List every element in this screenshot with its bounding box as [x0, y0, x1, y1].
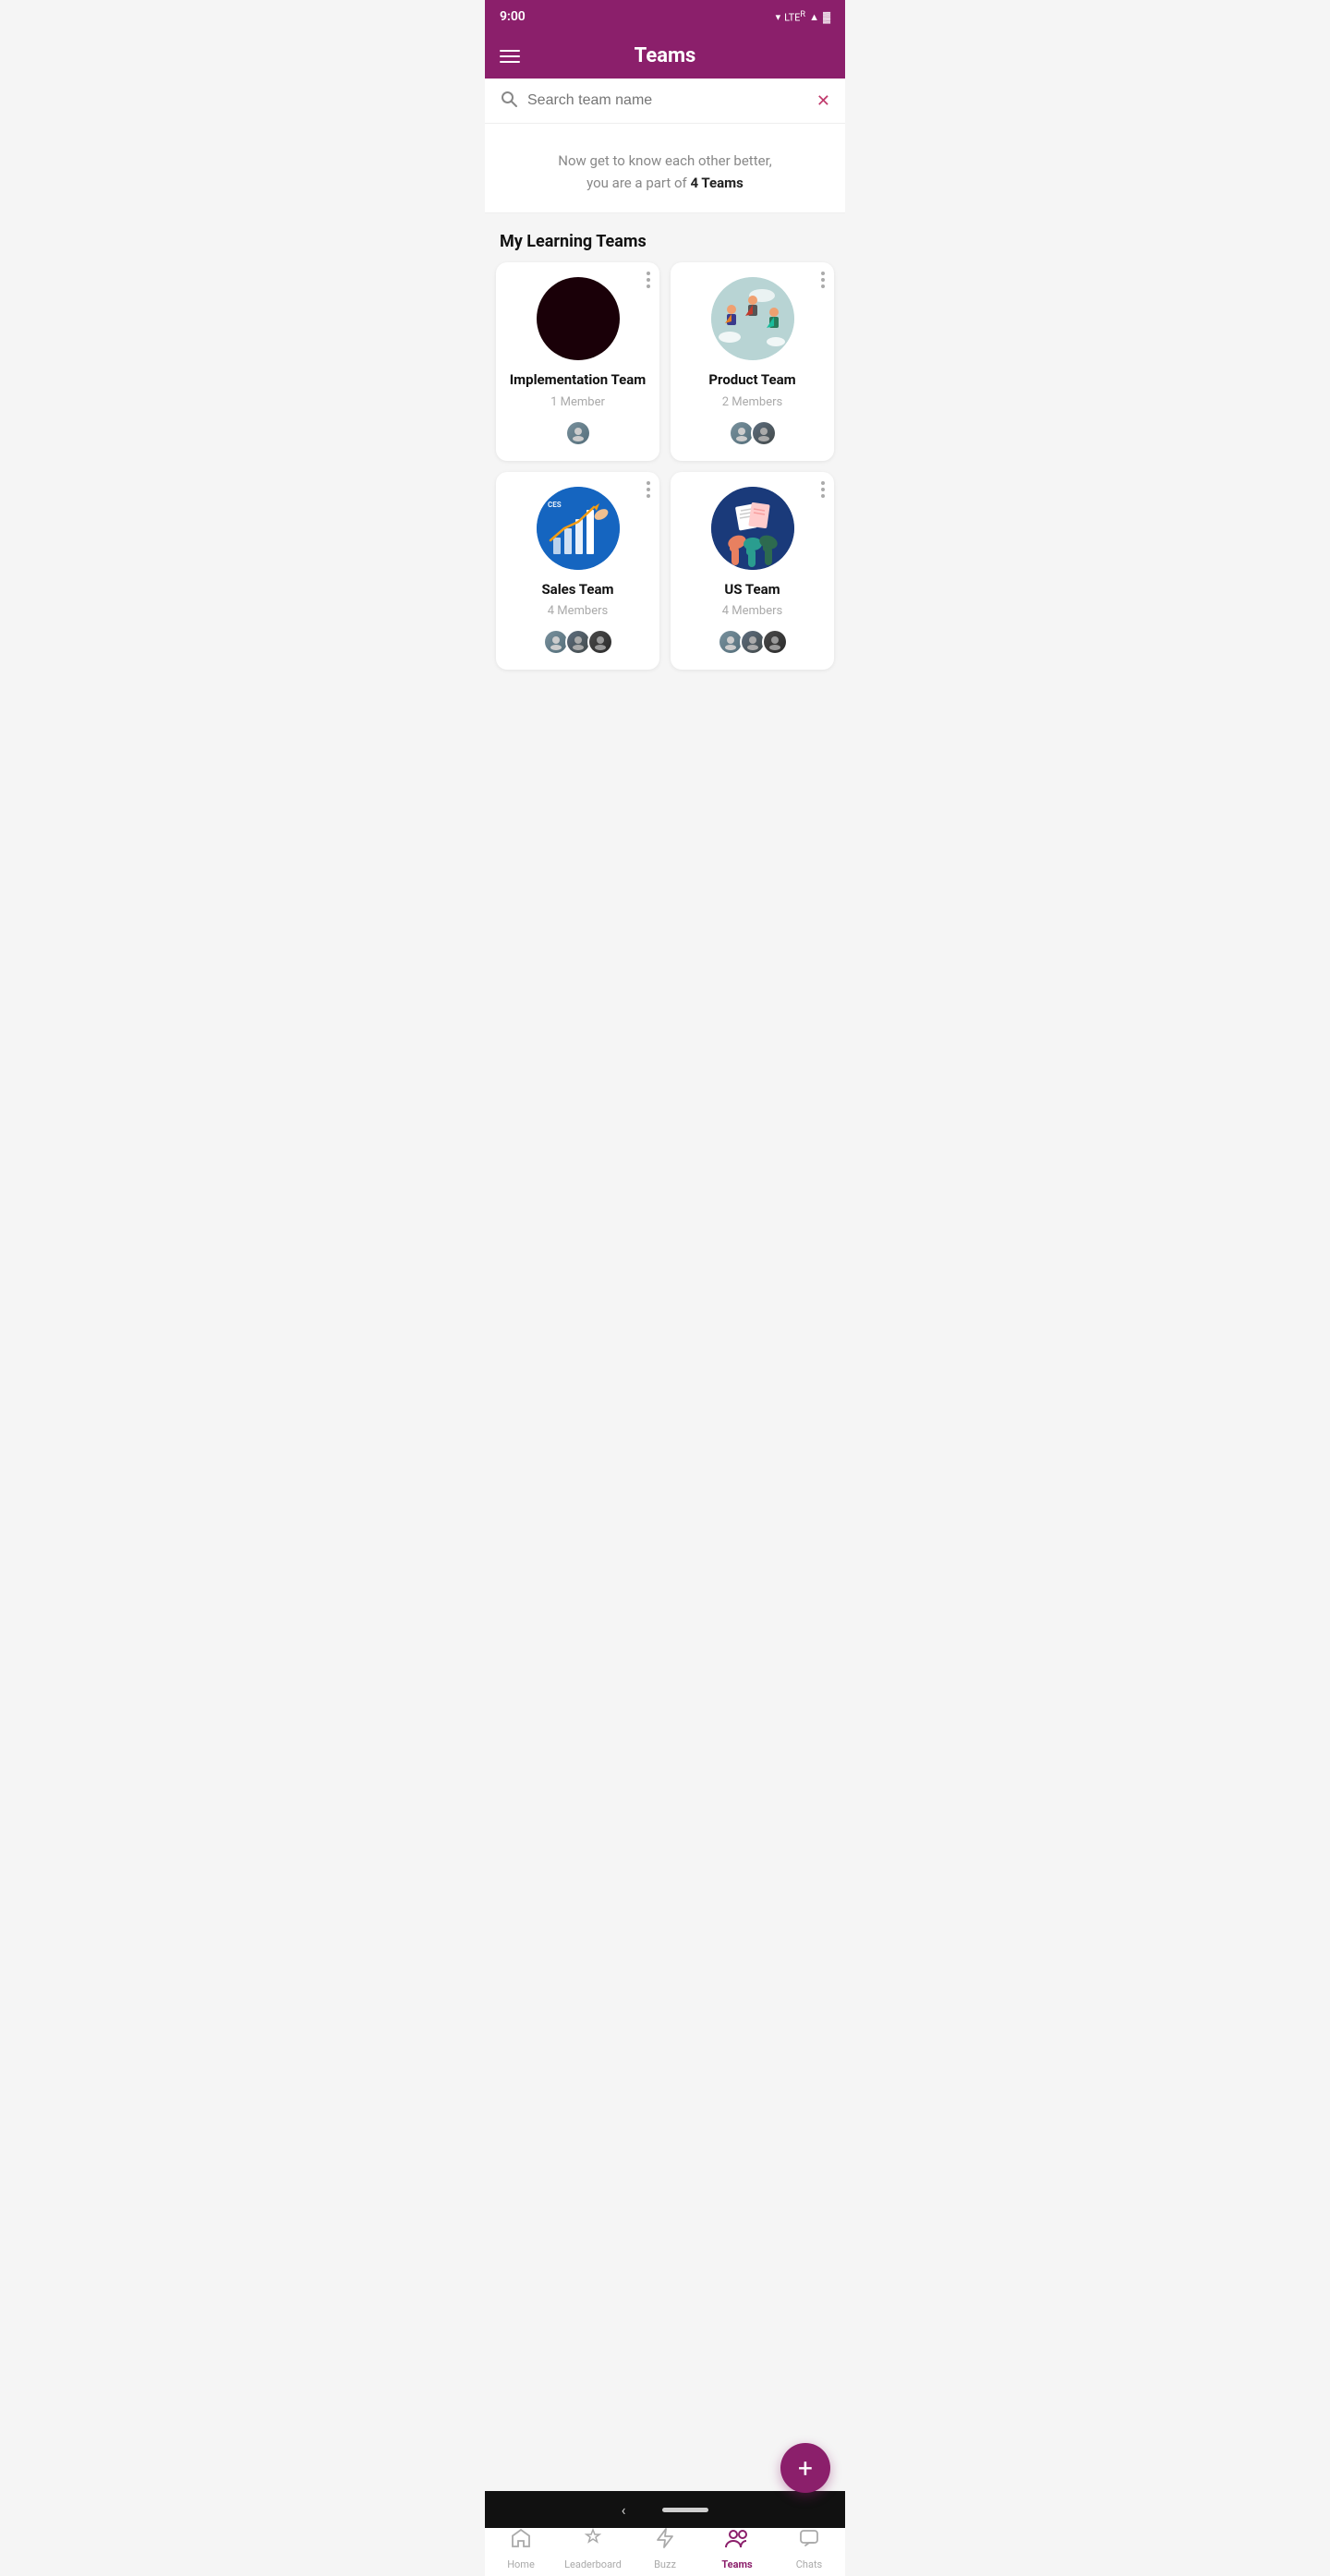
nav-label-chats: Chats: [796, 2558, 822, 2570]
nav-item-chats[interactable]: Chats: [773, 2527, 845, 2570]
team-card-implementation[interactable]: Implementation Team 1 Member: [496, 262, 659, 461]
team-member-avatars-sales: [543, 629, 613, 655]
add-team-fab[interactable]: +: [780, 2443, 830, 2493]
intro-text: Now get to know each other better, you a…: [503, 150, 827, 194]
team-name-implementation: Implementation Team: [510, 371, 647, 390]
nav-item-buzz[interactable]: Buzz: [629, 2527, 701, 2570]
nav-item-home[interactable]: Home: [485, 2527, 557, 2570]
team-name-sales: Sales Team: [541, 581, 613, 599]
member-avatar-1: [565, 420, 591, 446]
signal-icon: ▲: [809, 11, 819, 23]
search-input[interactable]: [527, 92, 807, 109]
status-time: 9:00: [500, 9, 526, 24]
status-bar: 9:00 ▾ LTER ▲ ▓: [485, 0, 845, 33]
buzz-icon: [654, 2527, 676, 2555]
team-name-us: US Team: [724, 581, 780, 599]
team-members-count-product: 2 Members: [722, 395, 782, 409]
team-card-menu-implementation[interactable]: [647, 272, 650, 288]
team-card-menu-sales[interactable]: [647, 481, 650, 498]
team-member-avatars-us: [718, 629, 788, 655]
leaderboard-icon: [582, 2527, 604, 2555]
lte-icon: LTER: [784, 10, 805, 24]
search-clear-button[interactable]: ✕: [816, 91, 830, 111]
team-members-count-sales: 4 Members: [548, 604, 608, 618]
battery-icon: ▓: [823, 11, 830, 23]
page-title: Teams: [635, 44, 696, 67]
teams-icon: [724, 2527, 750, 2555]
search-bar: ✕: [485, 79, 845, 124]
team-member-avatars-implementation: [565, 420, 591, 446]
nav-label-teams: Teams: [721, 2558, 752, 2570]
svg-text:CES: CES: [548, 501, 562, 509]
wifi-icon: ▾: [776, 11, 781, 23]
android-system-bar: ‹: [485, 2491, 845, 2528]
team-members-count-implementation: 1 Member: [550, 395, 605, 409]
team-card-menu-product[interactable]: [821, 272, 825, 288]
team-name-product: Product Team: [708, 371, 795, 390]
search-icon: [500, 90, 518, 112]
member-avatar-s3: [587, 629, 613, 655]
team-avatar-implementation: [537, 277, 620, 360]
team-card-sales[interactable]: CES Sales Team 4 Members: [496, 472, 659, 671]
chats-icon: [798, 2527, 820, 2555]
nav-label-home: Home: [507, 2558, 535, 2570]
member-avatar-p2: [751, 420, 777, 446]
team-avatar-product: [711, 277, 794, 360]
intro-section: Now get to know each other better, you a…: [485, 124, 845, 213]
team-avatar-us: [711, 487, 794, 570]
header: Teams: [485, 33, 845, 79]
team-card-product[interactable]: Product Team 2 Members: [671, 262, 834, 461]
home-icon: [510, 2527, 532, 2555]
nav-label-buzz: Buzz: [654, 2558, 676, 2570]
section-title: My Learning Teams: [485, 213, 845, 262]
status-icons: ▾ LTER ▲ ▓: [776, 10, 830, 24]
team-member-avatars-product: [729, 420, 777, 446]
team-avatar-sales: CES: [537, 487, 620, 570]
teams-grid: Implementation Team 1 Member: [485, 262, 845, 688]
team-count: 4 Teams: [690, 175, 743, 191]
nav-label-leaderboard: Leaderboard: [564, 2558, 622, 2570]
member-avatar-u3: [762, 629, 788, 655]
nav-item-leaderboard[interactable]: Leaderboard: [557, 2527, 629, 2570]
nav-item-teams[interactable]: Teams: [701, 2527, 773, 2570]
team-card-menu-us[interactable]: [821, 481, 825, 498]
android-back-button[interactable]: ‹: [622, 2501, 626, 2519]
team-card-us[interactable]: US Team 4 Members: [671, 472, 834, 671]
team-members-count-us: 4 Members: [722, 604, 782, 618]
android-home-indicator[interactable]: [662, 2508, 708, 2512]
menu-button[interactable]: [500, 50, 520, 63]
